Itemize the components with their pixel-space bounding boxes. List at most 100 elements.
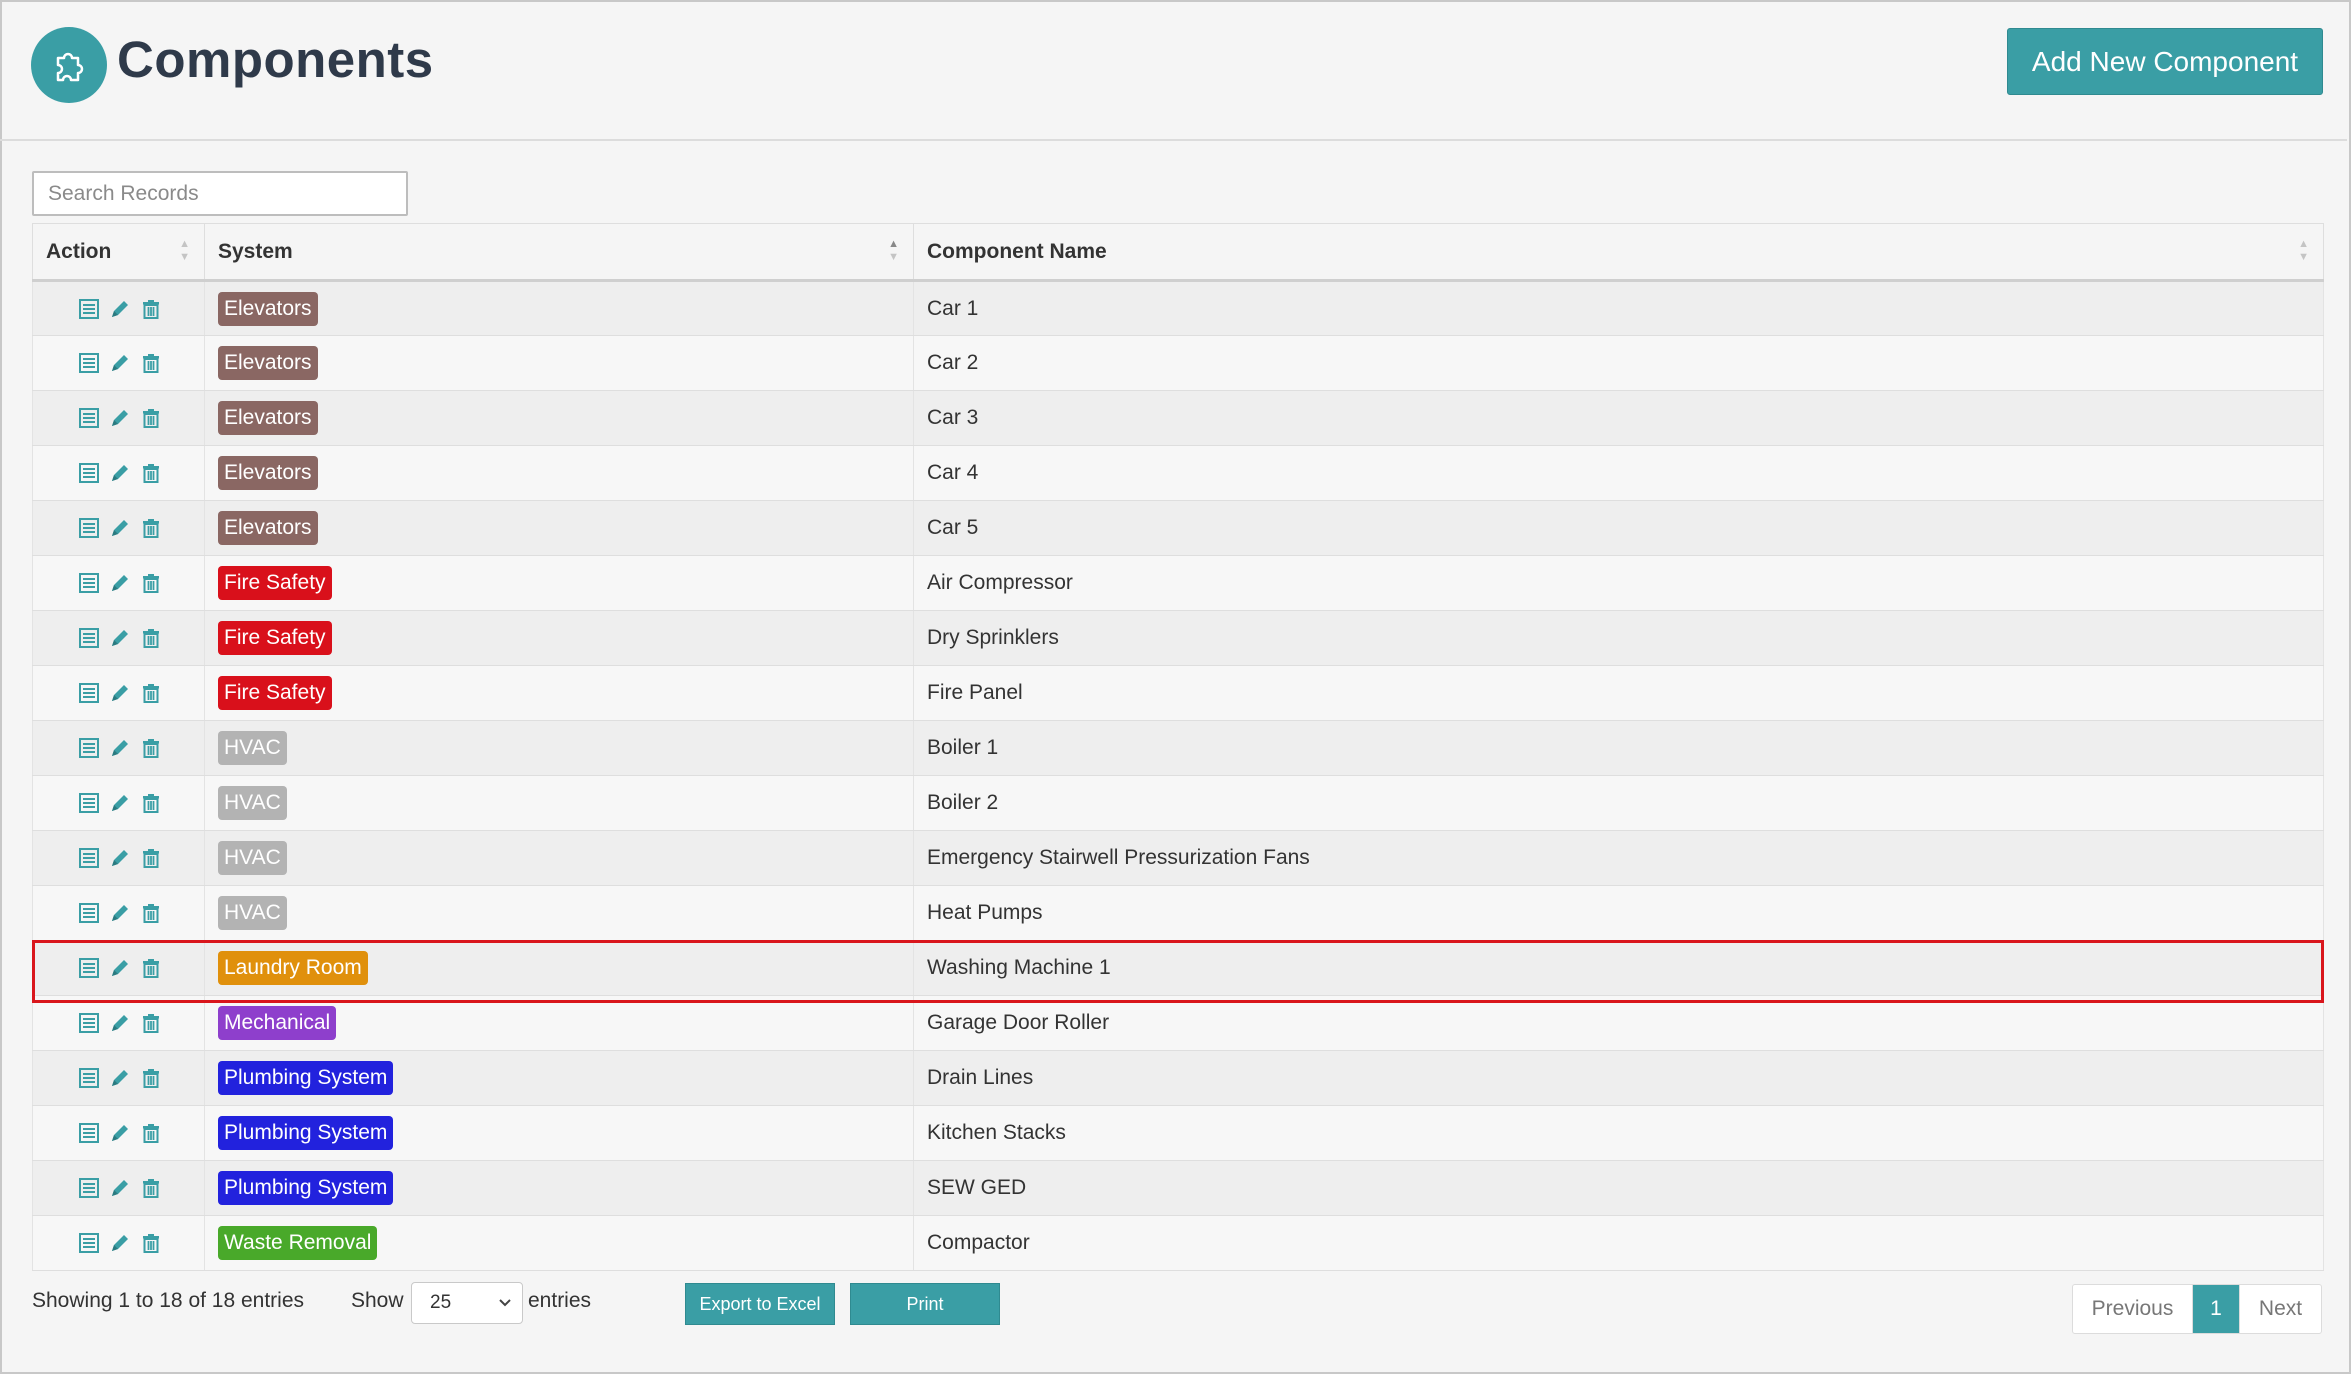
trash-icon[interactable] xyxy=(140,298,162,320)
column-header-component-name[interactable]: Component Name ▲ ▼ xyxy=(913,223,2324,282)
action-cell xyxy=(32,720,205,776)
edit-pencil-icon[interactable] xyxy=(109,298,131,320)
details-icon[interactable] xyxy=(78,1232,100,1254)
trash-icon[interactable] xyxy=(140,352,162,374)
trash-icon[interactable] xyxy=(140,1012,162,1034)
edit-pencil-icon[interactable] xyxy=(109,627,131,649)
system-badge: HVAC xyxy=(218,896,287,930)
details-icon[interactable] xyxy=(78,1122,100,1144)
component-name-cell: Dry Sprinklers xyxy=(913,610,2324,666)
details-icon[interactable] xyxy=(78,407,100,429)
system-cell: HVAC xyxy=(204,720,914,776)
details-icon[interactable] xyxy=(78,572,100,594)
trash-icon[interactable] xyxy=(140,1232,162,1254)
trash-icon[interactable] xyxy=(140,1122,162,1144)
print-button[interactable]: Print xyxy=(850,1283,1000,1325)
row-actions xyxy=(46,298,204,320)
details-icon[interactable] xyxy=(78,737,100,759)
system-cell: Plumbing System xyxy=(204,1050,914,1106)
table-body: Elevators Car 1 Elevators Car 2 Elevators Car… xyxy=(32,280,2324,1271)
edit-pencil-icon[interactable] xyxy=(109,682,131,704)
trash-icon[interactable] xyxy=(140,792,162,814)
edit-pencil-icon[interactable] xyxy=(109,517,131,539)
details-icon[interactable] xyxy=(78,792,100,814)
edit-pencil-icon[interactable] xyxy=(109,792,131,814)
edit-pencil-icon[interactable] xyxy=(109,902,131,924)
action-cell xyxy=(32,610,205,666)
trash-icon[interactable] xyxy=(140,517,162,539)
add-new-component-button[interactable]: Add New Component xyxy=(2007,28,2323,95)
row-actions xyxy=(46,627,204,649)
trash-icon[interactable] xyxy=(140,847,162,869)
edit-pencil-icon[interactable] xyxy=(109,957,131,979)
edit-pencil-icon[interactable] xyxy=(109,1012,131,1034)
action-cell xyxy=(32,280,205,336)
edit-pencil-icon[interactable] xyxy=(109,1122,131,1144)
details-icon[interactable] xyxy=(78,462,100,484)
system-badge: Mechanical xyxy=(218,1006,337,1040)
edit-pencil-icon[interactable] xyxy=(109,847,131,869)
component-name-cell: Compactor xyxy=(913,1215,2324,1271)
page-size-select[interactable]: 25 xyxy=(411,1282,523,1324)
edit-pencil-icon[interactable] xyxy=(109,1232,131,1254)
details-icon[interactable] xyxy=(78,627,100,649)
trash-icon[interactable] xyxy=(140,572,162,594)
system-cell: Fire Safety xyxy=(204,555,914,611)
next-page-button[interactable]: Next xyxy=(2239,1285,2321,1333)
trash-icon[interactable] xyxy=(140,462,162,484)
details-icon[interactable] xyxy=(78,517,100,539)
table-row: Plumbing System Kitchen Stacks xyxy=(32,1105,2324,1161)
trash-icon[interactable] xyxy=(140,957,162,979)
export-to-excel-button[interactable]: Export to Excel xyxy=(685,1283,835,1325)
edit-pencil-icon[interactable] xyxy=(109,462,131,484)
system-cell: HVAC xyxy=(204,775,914,831)
trash-icon[interactable] xyxy=(140,1067,162,1089)
trash-icon[interactable] xyxy=(140,1177,162,1199)
details-icon[interactable] xyxy=(78,957,100,979)
table-row: Plumbing System SEW GED xyxy=(32,1160,2324,1216)
system-badge: Fire Safety xyxy=(218,621,332,655)
trash-icon[interactable] xyxy=(140,682,162,704)
action-cell xyxy=(32,995,205,1051)
previous-page-button[interactable]: Previous xyxy=(2073,1285,2193,1333)
details-icon[interactable] xyxy=(78,902,100,924)
row-actions xyxy=(46,792,204,814)
column-header-system[interactable]: System ▲ ▼ xyxy=(204,223,914,282)
system-badge: Plumbing System xyxy=(218,1061,394,1095)
system-cell: Fire Safety xyxy=(204,610,914,666)
trash-icon[interactable] xyxy=(140,627,162,649)
system-badge: Elevators xyxy=(218,511,318,545)
trash-icon[interactable] xyxy=(140,737,162,759)
show-label: Show xyxy=(351,1289,404,1312)
details-icon[interactable] xyxy=(78,1177,100,1199)
details-icon[interactable] xyxy=(78,1012,100,1034)
page-header: Components Add New Component xyxy=(0,0,2347,141)
component-name-cell: Car 4 xyxy=(913,445,2324,501)
trash-icon[interactable] xyxy=(140,902,162,924)
column-header-action[interactable]: Action ▲ ▼ xyxy=(32,223,205,282)
edit-pencil-icon[interactable] xyxy=(109,1067,131,1089)
edit-pencil-icon[interactable] xyxy=(109,737,131,759)
search-input[interactable] xyxy=(32,171,408,216)
edit-pencil-icon[interactable] xyxy=(109,572,131,594)
details-icon[interactable] xyxy=(78,682,100,704)
edit-pencil-icon[interactable] xyxy=(109,407,131,429)
row-actions xyxy=(46,902,204,924)
pagination: Previous 1 Next xyxy=(2072,1284,2322,1334)
table-row: Fire Safety Air Compressor xyxy=(32,555,2324,611)
system-cell: HVAC xyxy=(204,830,914,886)
page-1-button[interactable]: 1 xyxy=(2193,1285,2239,1333)
row-actions xyxy=(46,462,204,484)
details-icon[interactable] xyxy=(78,298,100,320)
details-icon[interactable] xyxy=(78,1067,100,1089)
component-name-cell: Air Compressor xyxy=(913,555,2324,611)
action-cell xyxy=(32,445,205,501)
details-icon[interactable] xyxy=(78,847,100,869)
table-row: HVAC Heat Pumps xyxy=(32,885,2324,941)
details-icon[interactable] xyxy=(78,352,100,374)
edit-pencil-icon[interactable] xyxy=(109,352,131,374)
trash-icon[interactable] xyxy=(140,407,162,429)
row-actions xyxy=(46,407,204,429)
entries-info: Showing 1 to 18 of 18 entries xyxy=(32,1289,305,1312)
edit-pencil-icon[interactable] xyxy=(109,1177,131,1199)
